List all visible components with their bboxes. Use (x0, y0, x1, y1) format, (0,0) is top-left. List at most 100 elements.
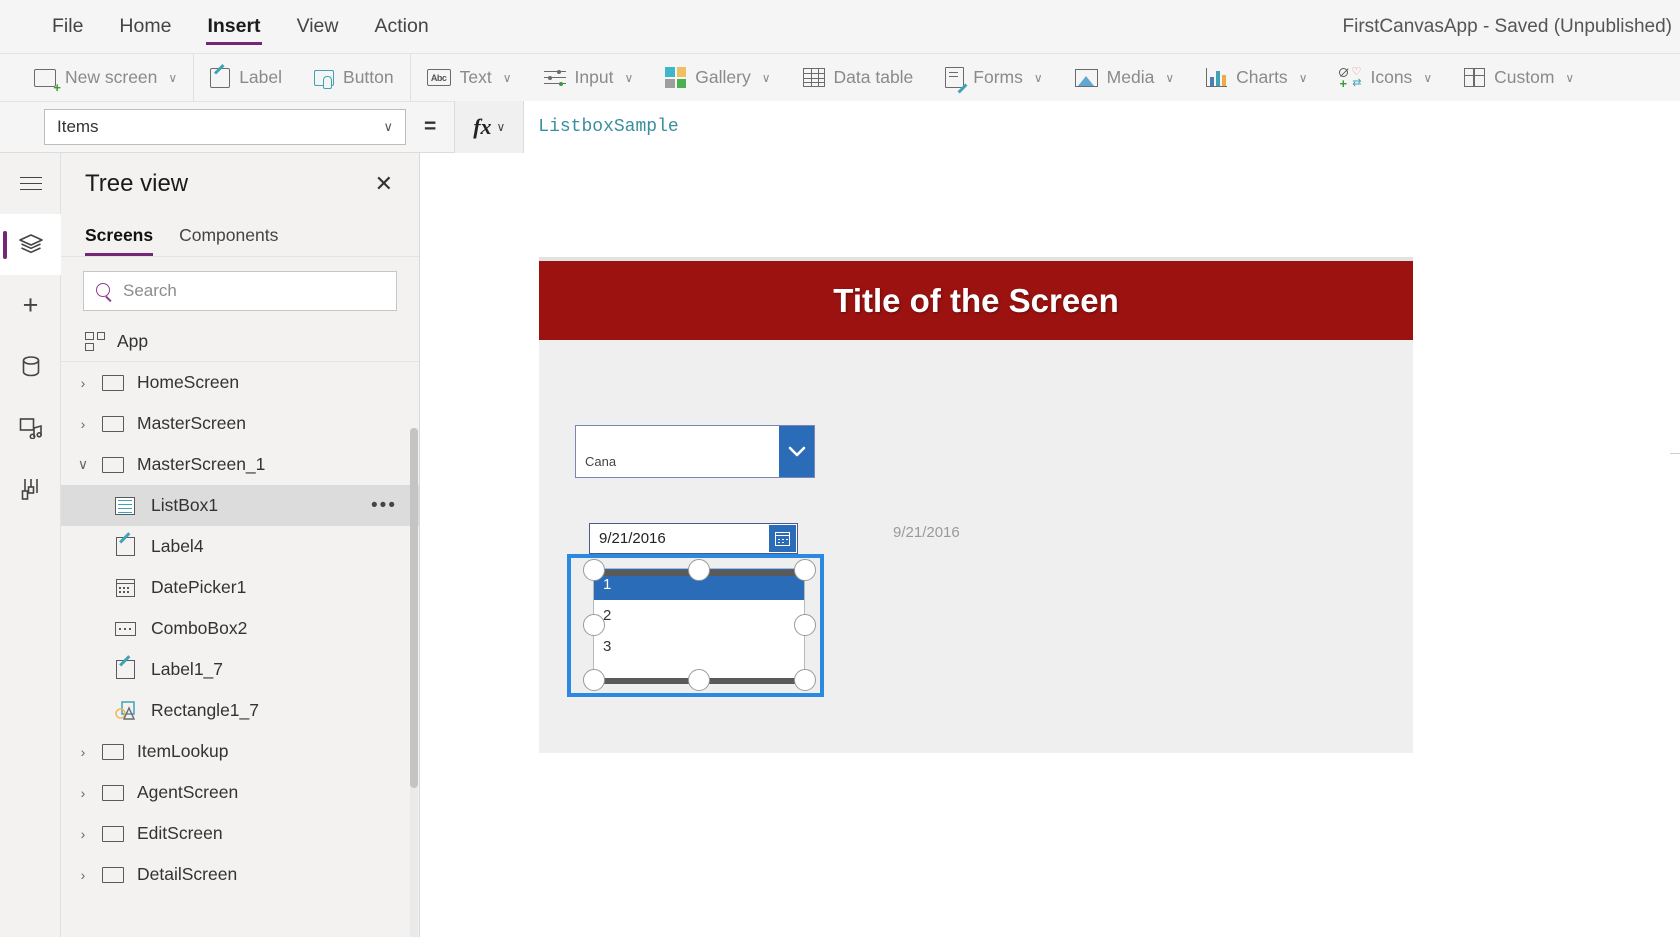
ribbon-button[interactable]: Button (298, 54, 410, 102)
menu-item-view[interactable]: View (279, 0, 357, 53)
combobox-control[interactable]: Cana (575, 425, 815, 478)
combobox-dropdown-button[interactable] (779, 426, 814, 477)
chevron-right-icon[interactable]: › (69, 785, 97, 801)
ribbon-charts[interactable]: Charts ∨ (1190, 54, 1323, 102)
chevron-down-icon: ∨ (168, 70, 178, 85)
chevron-right-icon[interactable]: › (69, 375, 97, 391)
ribbon-label[interactable]: Label (194, 54, 298, 102)
resize-handle-middle-right[interactable] (794, 614, 816, 636)
chevron-down-icon: ∨ (1423, 70, 1433, 85)
tree-item-app[interactable]: App (61, 321, 419, 362)
rail-insert[interactable]: + (0, 275, 61, 336)
chevron-down-icon: ∨ (1165, 70, 1175, 85)
ribbon-data-table[interactable]: Data table (787, 54, 930, 102)
tree-scrollbar-thumb[interactable] (410, 428, 418, 788)
menu-item-insert[interactable]: Insert (189, 0, 278, 53)
tree-item-agentscreen[interactable]: › AgentScreen (61, 772, 419, 813)
tree-item-itemlookup[interactable]: › ItemLookup (61, 731, 419, 772)
chevron-down-icon: ∨ (496, 120, 506, 134)
tree-item-label: EditScreen (137, 823, 223, 843)
resize-handle-bottom-left[interactable] (583, 669, 605, 691)
rail-tree-view[interactable] (0, 214, 61, 275)
menu-item-home[interactable]: Home (101, 0, 189, 53)
tree-scrollbar[interactable] (410, 428, 418, 937)
close-icon[interactable]: ✕ (369, 167, 399, 201)
chevron-down-icon: ∨ (502, 70, 512, 85)
resize-handle-middle-left[interactable] (583, 614, 605, 636)
resize-handle-bottom-right[interactable] (794, 669, 816, 691)
ribbon-media[interactable]: Media ∨ (1059, 54, 1190, 102)
plus-icon: + (22, 290, 39, 320)
label-icon (109, 537, 141, 556)
ribbon-text[interactable]: Abc Text ∨ (411, 54, 528, 102)
combobox-value: Cana (585, 454, 617, 469)
search-input[interactable] (123, 281, 384, 301)
datepicker-control[interactable]: 9/21/2016 (589, 523, 798, 554)
tree-item-homescreen[interactable]: › HomeScreen (61, 362, 419, 403)
tree-item-detailscreen[interactable]: › DetailScreen (61, 854, 419, 895)
tree-item-masterscreen-1[interactable]: ∨ MasterScreen_1 (61, 444, 419, 485)
chevron-right-icon[interactable]: › (69, 744, 97, 760)
resize-handle-top-right[interactable] (794, 559, 816, 581)
tree-view-panel: Tree view ✕ Screens Components App › Hom… (61, 153, 420, 937)
rail-media[interactable] (0, 397, 61, 458)
property-selector-value: Items (57, 117, 99, 136)
resize-handle-top-left[interactable] (583, 559, 605, 581)
chevron-down-icon: ∨ (1298, 70, 1308, 85)
ribbon-input[interactable]: Input ∨ (528, 54, 650, 102)
app-title: FirstCanvasApp - Saved (Unpublished) (1342, 15, 1673, 37)
ribbon-forms[interactable]: Forms ∨ (929, 54, 1058, 102)
ribbon-custom[interactable]: Custom ∨ (1448, 54, 1590, 102)
datepicker-calendar-button[interactable] (769, 525, 796, 552)
rail-data-sources[interactable] (0, 336, 61, 397)
ribbon-icons[interactable]: ♡ + ⇄ Icons ∨ (1323, 54, 1448, 102)
screen-icon (97, 784, 129, 801)
listbox-selection-frame[interactable]: 1 2 3 (567, 554, 824, 697)
tree-item-rectangle1-7[interactable]: Rectangle1_7 (61, 690, 419, 731)
search-box[interactable] (83, 271, 397, 311)
screen-title-banner[interactable]: Title of the Screen (539, 261, 1413, 340)
menu-item-action[interactable]: Action (356, 0, 446, 53)
tree-item-label4[interactable]: Label4 (61, 526, 419, 567)
property-selector[interactable]: Items ∨ (44, 109, 406, 145)
listbox-control[interactable]: 1 2 3 (593, 568, 805, 684)
chevron-right-icon[interactable]: › (69, 826, 97, 842)
tab-components[interactable]: Components (179, 215, 278, 256)
data-table-icon (802, 68, 825, 87)
menu-item-file[interactable]: File (34, 0, 101, 53)
ribbon-label-text: Media (1106, 66, 1155, 87)
listbox-item[interactable]: 3 (594, 631, 804, 662)
tree-view-header: Tree view ✕ (61, 153, 419, 215)
tree-item-combobox2[interactable]: ComboBox2 (61, 608, 419, 649)
menu-bar: File Home Insert View Action FirstCanvas… (0, 0, 1680, 53)
tree-item-datepicker1[interactable]: DatePicker1 (61, 567, 419, 608)
button-icon (314, 69, 335, 89)
resize-handle-bottom-center[interactable] (688, 669, 710, 691)
resize-handle-top-center[interactable] (688, 559, 710, 581)
ribbon-label-text: Input (574, 66, 614, 87)
tab-screens[interactable]: Screens (85, 215, 154, 256)
chevron-down-icon[interactable]: ∨ (69, 456, 97, 473)
rail-hamburger-menu[interactable] (0, 153, 61, 214)
ribbon-label-text: Button (343, 66, 394, 87)
chevron-right-icon[interactable]: › (69, 867, 97, 883)
app-screen-canvas[interactable]: Title of the Screen Cana 9/21/2016 9/21/… (539, 257, 1413, 753)
ribbon-label: New screen (65, 66, 158, 87)
listbox-item[interactable]: 2 (594, 600, 804, 631)
rail-advanced-tools[interactable] (0, 458, 61, 519)
fx-button[interactable]: fx ∨ (454, 101, 525, 153)
canvas-edge-marker (1670, 453, 1680, 454)
formula-input[interactable]: ListboxSample (524, 101, 1680, 153)
formula-bar: Items ∨ = fx ∨ ListboxSample (0, 101, 1680, 153)
tree-item-masterscreen[interactable]: › MasterScreen (61, 403, 419, 444)
ribbon-new-screen[interactable]: New screen ∨ (0, 54, 193, 102)
search-icon (96, 282, 113, 300)
tree-item-label1-7[interactable]: Label1_7 (61, 649, 419, 690)
tree-item-listbox1[interactable]: ListBox1 ••• (61, 485, 419, 526)
ribbon-label-text: Icons (1370, 66, 1413, 87)
chevron-right-icon[interactable]: › (69, 416, 97, 432)
tree-item-editscreen[interactable]: › EditScreen (61, 813, 419, 854)
ribbon-gallery[interactable]: Gallery ∨ (649, 54, 786, 102)
chevron-down-icon: ∨ (624, 70, 634, 85)
canvas-area: Title of the Screen Cana 9/21/2016 9/21/… (420, 153, 1680, 937)
